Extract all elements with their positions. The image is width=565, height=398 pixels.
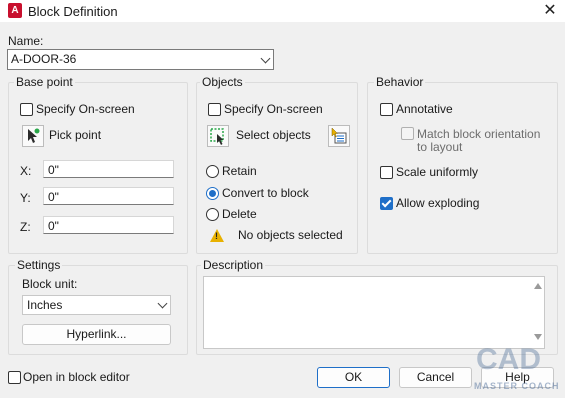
y-field[interactable]: 0" xyxy=(43,187,174,205)
chevron-down-icon xyxy=(157,298,168,309)
objects-title: Objects xyxy=(200,75,245,89)
base-specify-onscreen-label: Specify On-screen xyxy=(36,102,135,116)
retain-radio[interactable] xyxy=(206,165,219,178)
convert-to-block-label: Convert to block xyxy=(222,186,309,200)
annotative-label: Annotative xyxy=(396,102,453,116)
behavior-title: Behavior xyxy=(374,75,426,89)
allow-exploding-label: Allow exploding xyxy=(396,196,480,210)
warning-icon-mark: ! xyxy=(215,231,218,241)
annotative-checkbox[interactable] xyxy=(380,103,393,116)
description-scrollbar[interactable] xyxy=(530,277,544,348)
delete-label: Delete xyxy=(222,207,257,221)
description-textarea[interactable] xyxy=(203,276,545,349)
retain-label: Retain xyxy=(222,164,257,178)
settings-title: Settings xyxy=(15,258,63,272)
select-objects-label: Select objects xyxy=(236,128,311,142)
select-objects-button[interactable] xyxy=(207,125,229,147)
open-in-block-editor-label: Open in block editor xyxy=(23,370,130,384)
cancel-button[interactable]: Cancel xyxy=(399,367,472,388)
scroll-down-icon[interactable] xyxy=(534,334,542,340)
pick-point-icon xyxy=(28,128,40,143)
description-title: Description xyxy=(201,258,266,272)
objects-specify-onscreen-checkbox[interactable] xyxy=(208,103,221,116)
pick-point-button[interactable] xyxy=(22,125,44,147)
allow-exploding-checkbox[interactable] xyxy=(380,197,393,210)
block-unit-label: Block unit: xyxy=(22,277,78,291)
close-icon: ✕ xyxy=(543,2,557,19)
x-label: X: xyxy=(20,164,32,178)
ok-button[interactable]: OK xyxy=(317,367,390,388)
name-value: A-DOOR-36 xyxy=(11,52,77,66)
selection-status: No objects selected xyxy=(238,228,343,242)
quick-select-button[interactable] xyxy=(328,125,350,147)
objects-specify-onscreen-label: Specify On-screen xyxy=(224,102,323,116)
autocad-app-icon: A xyxy=(8,3,22,18)
block-unit-value: Inches xyxy=(27,298,63,312)
z-label: Z: xyxy=(20,220,31,234)
base-point-title: Base point xyxy=(14,75,75,89)
select-objects-icon xyxy=(210,128,224,145)
z-field[interactable]: 0" xyxy=(43,216,174,234)
hyperlink-button[interactable]: Hyperlink... xyxy=(22,324,171,345)
match-orientation-label-line1: Match block orientation xyxy=(417,127,541,141)
match-orientation-label-line2: to layout xyxy=(417,140,463,154)
match-orientation-checkbox[interactable] xyxy=(401,127,414,140)
scale-uniformly-label: Scale uniformly xyxy=(396,165,479,179)
convert-to-block-radio[interactable] xyxy=(206,187,219,200)
pick-point-label: Pick point xyxy=(49,128,102,142)
watermark-text: MASTER COACH xyxy=(474,381,560,391)
name-label: Name: xyxy=(8,34,44,48)
x-field[interactable]: 0" xyxy=(43,160,174,178)
scroll-up-icon[interactable] xyxy=(534,283,542,289)
delete-radio[interactable] xyxy=(206,208,219,221)
dialog-title: Block Definition xyxy=(28,4,118,19)
chevron-down-icon xyxy=(260,53,271,64)
y-label: Y: xyxy=(20,191,31,205)
close-button[interactable]: ✕ xyxy=(540,1,560,21)
block-unit-dropdown[interactable]: Inches xyxy=(22,295,171,315)
scale-uniformly-checkbox[interactable] xyxy=(380,166,393,179)
open-in-block-editor-checkbox[interactable] xyxy=(8,371,21,384)
quick-select-icon xyxy=(331,127,347,144)
base-specify-onscreen-checkbox[interactable] xyxy=(20,103,33,116)
name-combobox[interactable]: A-DOOR-36 xyxy=(7,49,274,70)
